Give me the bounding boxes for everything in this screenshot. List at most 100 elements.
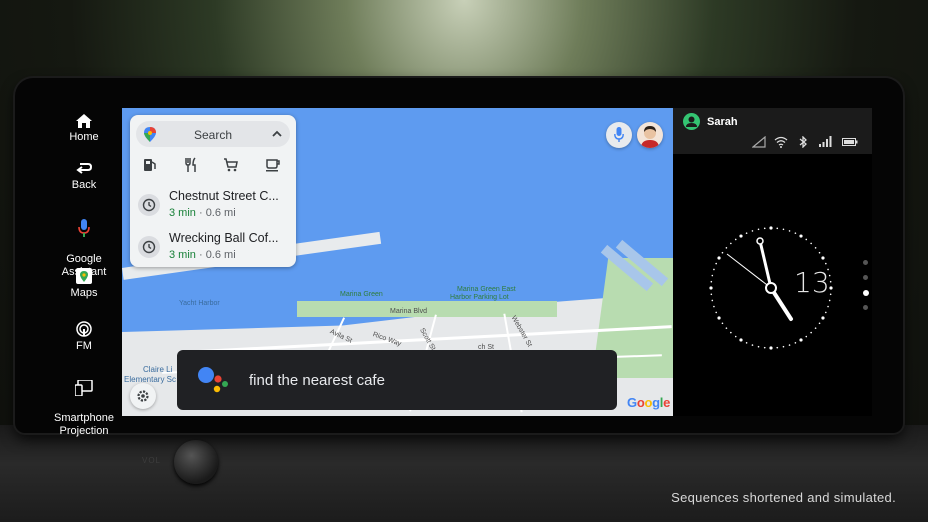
assistant-bar[interactable]: find the nearest cafe <box>177 350 617 410</box>
clock-tick <box>788 344 791 346</box>
page-dot[interactable] <box>863 305 868 310</box>
map-label-elementary: Elementary Sc <box>124 375 177 384</box>
avatar[interactable] <box>637 122 663 148</box>
rail-fm-label: FM <box>76 340 92 352</box>
recent-item[interactable]: Wrecking Ball Cof... 3 min · 0.6 mi <box>136 227 290 265</box>
google-logo: Google <box>627 395 671 410</box>
clock-tick <box>814 247 817 249</box>
page-dot[interactable] <box>863 260 868 265</box>
clock-tick <box>757 228 760 231</box>
rail-smartphone-projection[interactable]: Smartphone Projection <box>46 367 122 438</box>
user-icon[interactable] <box>683 113 700 130</box>
clock-tick <box>715 262 717 265</box>
map-label-claire: Claire Li <box>143 365 173 374</box>
clock-tick <box>711 299 714 302</box>
mic-icon <box>614 127 624 142</box>
recent-item[interactable]: Chestnut Street C... 3 min · 0.6 mi <box>136 185 290 223</box>
volume-knob-label: VOL <box>142 456 162 465</box>
clock-tick <box>776 346 779 349</box>
rail-back-label: Back <box>71 179 97 191</box>
history-icon <box>138 194 160 216</box>
rail-maps[interactable]: Maps <box>46 268 122 300</box>
clock-tick <box>829 286 833 290</box>
clock-tick <box>710 293 713 296</box>
clock-tick <box>739 338 743 342</box>
clock-tick <box>713 268 715 271</box>
clock-tick <box>805 335 808 338</box>
rail-home-label: Home <box>69 131 99 143</box>
clock-tick <box>821 256 825 260</box>
category-row <box>130 157 296 177</box>
recent-item-title: Wrecking Ball Cof... <box>169 231 279 245</box>
rail-maps-label: Maps <box>70 287 98 299</box>
rail-home[interactable]: Home <box>46 114 122 144</box>
volume-knob[interactable] <box>174 440 218 484</box>
projection-icon <box>75 380 93 396</box>
clock-tick <box>794 232 797 234</box>
map-label-marina-green-east: Marina Green East <box>457 286 516 293</box>
chevron-up-icon[interactable] <box>272 130 282 137</box>
clock-tick <box>710 280 713 283</box>
clock-tick <box>818 322 821 325</box>
clock-tick <box>751 344 754 346</box>
clock-tick <box>717 256 721 260</box>
clock-tick <box>763 227 766 230</box>
clock-tick <box>818 251 821 254</box>
clock-tick <box>725 327 728 329</box>
clock-tick <box>825 262 827 265</box>
clock-tick <box>745 342 748 344</box>
marina-green-park <box>297 301 557 317</box>
shopping-cart-icon[interactable] <box>223 157 243 177</box>
search-bar[interactable]: Search <box>136 121 290 147</box>
rail-back[interactable]: Back <box>46 162 122 192</box>
clock-tick <box>757 345 760 348</box>
clock-tick <box>763 346 766 349</box>
left-rail: Home Back Google Assistant Maps FM <box>46 108 122 437</box>
recent-item-meta: 3 min · 0.6 mi <box>169 207 236 219</box>
clock-tick <box>769 226 773 230</box>
clock-tick <box>751 230 754 232</box>
clock-tick <box>799 234 803 238</box>
clock-tick <box>721 251 724 254</box>
restaurants-icon[interactable] <box>183 157 203 177</box>
bluetooth-icon <box>799 136 807 148</box>
gas-station-icon[interactable] <box>142 157 162 177</box>
cell-signal-icon <box>819 136 832 147</box>
rail-smartphone-projection-label: Smartphone Projection <box>54 412 114 437</box>
status-icons <box>752 136 862 148</box>
clock-tick <box>794 342 797 344</box>
clock-tick <box>829 293 832 296</box>
clock-tick <box>721 322 724 325</box>
mic-icon <box>78 219 90 237</box>
map-label-marina-green: Marina Green <box>340 291 383 298</box>
clock-tick <box>782 228 785 231</box>
clock-tick <box>711 274 714 277</box>
clock-tick <box>709 286 713 290</box>
disclaimer-caption: Sequences shortened and simulated. <box>671 490 896 505</box>
battery-icon <box>842 138 858 146</box>
dashboard-lower <box>0 425 928 522</box>
clock-tick <box>827 305 829 308</box>
clock-center <box>765 282 777 294</box>
rail-fm[interactable]: FM <box>46 321 122 353</box>
clock-tick <box>725 247 728 249</box>
avatar-icon <box>641 126 659 148</box>
page-dot[interactable] <box>863 275 868 280</box>
user-name: Sarah <box>707 116 738 128</box>
settings-button[interactable] <box>130 383 156 409</box>
gear-icon <box>137 390 149 402</box>
signal-strength-icon <box>752 136 766 148</box>
coffee-icon[interactable] <box>265 157 285 177</box>
clock-tick <box>810 242 812 245</box>
right-panel: Sarah 13 <box>673 108 872 416</box>
recent-item-distance: 0.6 mi <box>205 249 236 261</box>
map-label-marina-blvd: Marina Blvd <box>390 308 427 315</box>
recent-item-eta: 3 min <box>169 207 196 219</box>
page-dot-active[interactable] <box>863 290 869 296</box>
voice-search-button[interactable] <box>606 122 632 148</box>
wifi-icon <box>774 136 788 148</box>
recent-item-eta: 3 min <box>169 249 196 261</box>
clock-tick <box>730 242 732 245</box>
assistant-query: find the nearest cafe <box>249 372 385 389</box>
maps-icon <box>76 268 92 284</box>
